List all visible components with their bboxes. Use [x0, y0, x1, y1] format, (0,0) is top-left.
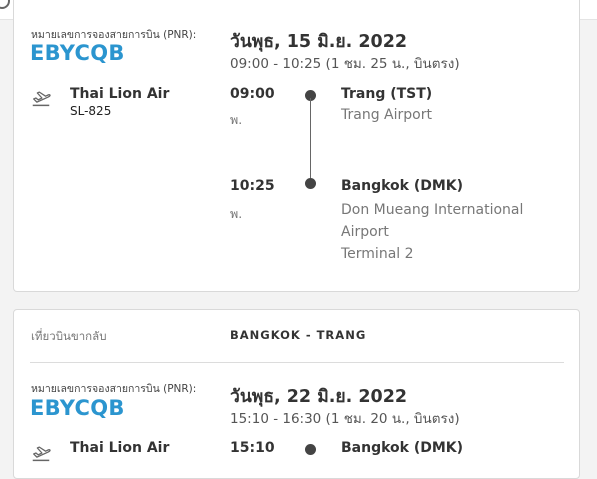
flight-summary: 09:00 - 10:25 (1 ชม. 25 น., บินตรง)	[230, 56, 460, 72]
flight-number: SL-825	[70, 104, 112, 118]
section-divider	[30, 362, 564, 363]
depart-time: 15:10	[230, 440, 275, 456]
flight-date: วันพุธ, 22 มิ.ย. 2022	[230, 387, 408, 407]
pnr-label: หมายเลขการจองสายการบิน (PNR):	[31, 383, 197, 395]
toolbar-icon[interactable]	[0, 0, 10, 9]
depart-airport: Trang Airport	[341, 107, 432, 123]
arrive-city: Bangkok (DMK)	[341, 178, 464, 194]
return-flight-card: เที่ยวบินขากลับ BANGKOK - TRANG หมายเลขก…	[13, 309, 580, 479]
pnr-code: EBYCQB	[30, 41, 125, 65]
flight-date: วันพุธ, 15 มิ.ย. 2022	[230, 32, 408, 52]
airplane-icon	[32, 91, 51, 107]
arrive-time: 10:25	[230, 178, 275, 194]
arrive-dot	[305, 178, 316, 189]
arrive-period: พ.	[230, 206, 243, 221]
route-line	[310, 98, 311, 178]
depart-dot	[305, 444, 316, 455]
depart-city: Trang (TST)	[341, 86, 433, 102]
pnr-code: EBYCQB	[30, 396, 125, 420]
depart-city: Bangkok (DMK)	[341, 440, 464, 456]
return-route: BANGKOK - TRANG	[230, 328, 367, 342]
arrive-airport-line2: Airport	[341, 224, 389, 240]
return-section-label: เที่ยวบินขากลับ	[31, 329, 107, 343]
flight-summary: 15:10 - 16:30 (1 ชม. 20 น., บินตรง)	[230, 411, 460, 427]
depart-period: พ.	[230, 112, 243, 127]
airplane-icon	[32, 446, 51, 462]
depart-time: 09:00	[230, 86, 275, 102]
arrive-terminal: Terminal 2	[341, 246, 414, 262]
outbound-flight-card: หมายเลขการจองสายการบิน (PNR): EBYCQB วัน…	[13, 0, 580, 292]
airline-name: Thai Lion Air	[70, 86, 170, 102]
airline-name: Thai Lion Air	[70, 440, 170, 456]
arrive-airport-line1: Don Mueang International	[341, 202, 524, 218]
